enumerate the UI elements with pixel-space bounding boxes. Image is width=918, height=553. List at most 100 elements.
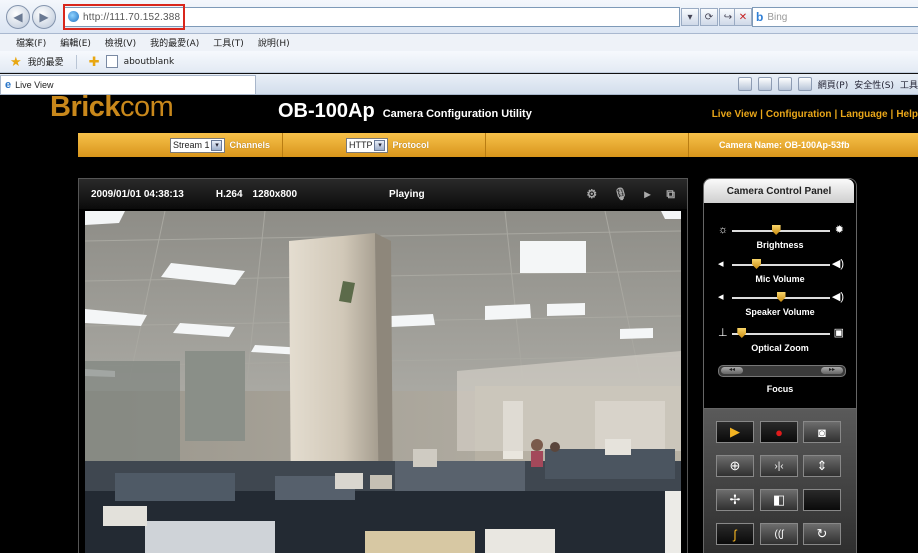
- brightness-high-icon: ✹: [834, 224, 844, 236]
- optical-zoom-label: Optical Zoom: [751, 343, 809, 353]
- favorites-button[interactable]: 我的最愛: [28, 55, 64, 68]
- protocol-select[interactable]: HTTP ▾: [345, 137, 389, 153]
- back-button-icon[interactable]: ◀: [6, 5, 30, 29]
- video-stream[interactable]: [85, 211, 681, 553]
- control-buttons: ▶ ● ◙ ⊕ ›|‹ ⇕ ✢ ◧ ʃ ((ʃ ↻: [703, 408, 857, 553]
- optical-zoom-slider[interactable]: ⊥ ▣: [718, 327, 844, 340]
- network-icon[interactable]: ⚙: [586, 187, 597, 201]
- link-configuration[interactable]: Configuration: [766, 109, 832, 120]
- brightness-slider[interactable]: ☼ ✹: [718, 224, 844, 237]
- privacy-mask-icon[interactable]: ◧: [760, 489, 798, 511]
- url-field[interactable]: http://111.70.152.388: [63, 4, 680, 30]
- protocol-value: HTTP: [348, 140, 373, 150]
- zoom-out-icon: ⊥: [718, 327, 728, 339]
- digital-zoom-icon[interactable]: ⊕: [716, 455, 754, 477]
- menu-help[interactable]: 說明(H): [258, 36, 290, 49]
- video-header: 2009/01/01 04:38:13 H.264 1280x800 Playi…: [79, 179, 687, 209]
- camera-control-panel: Camera Control Panel ☼ ✹ Brightness ◂ ◀)…: [703, 178, 857, 410]
- focus-label: Focus: [766, 384, 794, 394]
- video-panel: 2009/01/01 04:38:13 H.264 1280x800 Playi…: [78, 178, 688, 553]
- page-menu[interactable]: 網頁(P): [818, 78, 848, 91]
- office-scene-image: [85, 211, 681, 553]
- snapshot-camera-icon[interactable]: ◙: [803, 421, 841, 443]
- slider-knob[interactable]: [737, 328, 747, 338]
- top-links: Live View | Configuration | Language | Help: [711, 109, 918, 120]
- stream-select[interactable]: Stream 1 ▾: [169, 137, 226, 153]
- safety-menu[interactable]: 安全性(S): [854, 78, 894, 91]
- channels-label: Channels: [229, 140, 270, 150]
- menu-favorites[interactable]: 我的最愛(A): [150, 36, 199, 49]
- listen-icon[interactable]: ʃ: [716, 523, 754, 545]
- mail-icon[interactable]: [777, 77, 792, 91]
- focus-far-button[interactable]: ▸▸: [821, 367, 843, 374]
- camera-name-cell: Camera Name: OB-100Ap-53fb: [689, 133, 850, 157]
- slider-knob[interactable]: [752, 259, 761, 269]
- tilt-vertical-icon[interactable]: ⇕: [803, 455, 841, 477]
- page-icon: [105, 55, 118, 68]
- url-highlight-box: [63, 4, 185, 30]
- tab-live-view[interactable]: e Live View: [0, 75, 256, 94]
- microphone-icon[interactable]: 🎙: [613, 187, 628, 201]
- focus-near-button[interactable]: ◂◂: [721, 367, 743, 374]
- focus-control[interactable]: ◂◂ ▸▸: [718, 365, 846, 377]
- home-icon[interactable]: [737, 77, 752, 91]
- settings-bar: Stream 1 ▾ Channels HTTP ▾ Protocol Came…: [78, 133, 918, 157]
- video-toolbar: ⚙ 🎙 ▸ ⧉: [586, 187, 675, 202]
- stop-icon[interactable]: ✕: [734, 8, 752, 26]
- divider: [75, 54, 77, 69]
- favorites-star-icon[interactable]: ★: [10, 54, 22, 70]
- menu-bar: 檔案(F) 編輯(E) 檢視(V) 我的最愛(A) 工具(T) 說明(H): [0, 34, 918, 51]
- speaker-icon[interactable]: ▸: [644, 187, 650, 201]
- link-language[interactable]: Language: [840, 109, 887, 120]
- menu-file[interactable]: 檔案(F): [16, 36, 46, 49]
- slider-knob[interactable]: [776, 292, 786, 302]
- brightness-label: Brightness: [756, 240, 804, 250]
- brand-bold: Brick: [50, 95, 121, 123]
- mic-volume-slider[interactable]: ◂ ◀): [718, 258, 844, 271]
- link-live-view[interactable]: Live View: [712, 109, 757, 120]
- slider-track: [732, 264, 830, 266]
- ie-icon: e: [5, 79, 12, 91]
- pan-horizontal-icon[interactable]: ›|‹: [760, 455, 798, 477]
- favorites-bar: ★ 我的最愛 ✚ aboutblank: [0, 51, 918, 73]
- play-button[interactable]: ▶: [716, 421, 754, 443]
- print-icon[interactable]: [797, 77, 812, 91]
- page-title: OB-100Ap Camera Configuration Utility: [278, 100, 532, 123]
- search-input[interactable]: b Bing: [752, 7, 918, 27]
- tab-title: Live View: [15, 80, 54, 90]
- fullscreen-icon[interactable]: ⧉: [666, 187, 675, 202]
- feeds-icon[interactable]: [757, 77, 772, 91]
- favorite-link[interactable]: aboutblank: [124, 57, 175, 67]
- camera-name: Camera Name: OB-100Ap-53fb: [719, 140, 850, 150]
- camera-page: Brickcom OB-100Ap Camera Configuration U…: [0, 95, 918, 553]
- menu-view[interactable]: 檢視(V): [105, 36, 136, 49]
- mic-volume-label: Mic Volume: [755, 274, 805, 284]
- zoom-in-icon: ▣: [833, 327, 844, 339]
- video-timestamp: 2009/01/01 04:38:13: [91, 188, 184, 200]
- slider-knob[interactable]: [771, 225, 781, 235]
- compat-view-icon[interactable]: ▾: [681, 8, 699, 26]
- slider-track: [732, 333, 830, 335]
- talk-icon[interactable]: ((ʃ: [760, 523, 798, 545]
- forward-button-icon[interactable]: ▶: [32, 5, 56, 29]
- tab-row: e Live View 網頁(P) 安全性(S) 工具: [0, 74, 918, 95]
- chevron-down-icon: ▾: [374, 139, 386, 151]
- tools-menu[interactable]: 工具: [900, 78, 918, 91]
- speaker-volume-slider[interactable]: ◂ ◀): [718, 291, 844, 304]
- address-bar: ◀ ▶ http://111.70.152.388 ▾ ⟳ ↪ ✕ b Bing: [0, 0, 918, 34]
- search-placeholder: Bing: [767, 11, 788, 23]
- record-button[interactable]: ●: [760, 421, 798, 443]
- panel-title: Camera Control Panel: [704, 179, 854, 203]
- video-status: Playing: [389, 188, 425, 200]
- menu-tools[interactable]: 工具(T): [213, 36, 244, 49]
- blank-button[interactable]: [803, 489, 841, 511]
- move-pan-icon[interactable]: ✢: [716, 489, 754, 511]
- refresh-icon[interactable]: ⟳: [700, 8, 718, 26]
- rotate-icon[interactable]: ↻: [803, 523, 841, 545]
- slider-track: [732, 230, 830, 232]
- add-favorite-icon[interactable]: ✚: [89, 54, 100, 70]
- menu-edit[interactable]: 編輯(E): [60, 36, 91, 49]
- volume-low-icon: ◂: [718, 291, 724, 303]
- link-help[interactable]: Help: [896, 109, 918, 120]
- chevron-down-icon: ▾: [211, 139, 223, 151]
